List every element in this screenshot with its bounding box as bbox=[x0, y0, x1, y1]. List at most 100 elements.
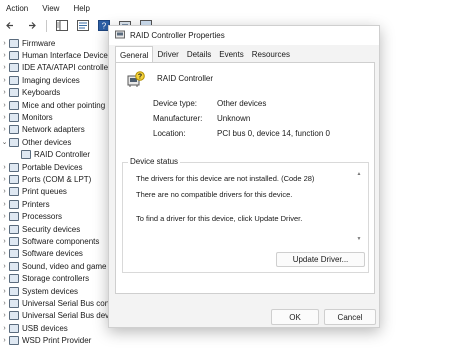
chevron-right-icon[interactable]: › bbox=[0, 275, 9, 282]
manufacturer-label: Manufacturer: bbox=[153, 114, 203, 123]
tree-category-item[interactable]: › Software devices bbox=[0, 248, 83, 260]
chevron-right-icon[interactable]: › bbox=[0, 201, 9, 208]
tree-category-item[interactable]: › IDE ATA/ATAPI controllers bbox=[0, 62, 112, 74]
tree-category-item[interactable]: › Processors bbox=[0, 211, 62, 223]
location-value: PCI bus 0, device 14, function 0 bbox=[217, 129, 330, 138]
menu-action[interactable]: Action bbox=[6, 4, 28, 13]
dialog-title-bar[interactable]: RAID Controller Properties bbox=[109, 26, 379, 45]
chevron-right-icon[interactable]: › bbox=[0, 312, 9, 319]
device-category-icon bbox=[9, 38, 19, 48]
chevron-right-icon[interactable]: › bbox=[0, 188, 9, 195]
tree-item-label: Universal Serial Bus devi bbox=[22, 311, 111, 321]
tree-item-label: WSD Print Provider bbox=[22, 336, 92, 346]
tree-item-label: Sound, video and game bbox=[22, 261, 107, 271]
tab-general[interactable]: General bbox=[115, 46, 154, 63]
tree-category-item[interactable]: › Print queues bbox=[0, 186, 67, 198]
tree-category-item[interactable]: › Monitors bbox=[0, 111, 53, 123]
status-scrollbar[interactable]: ▲ ▼ bbox=[356, 171, 362, 242]
svg-text:?: ? bbox=[101, 22, 106, 31]
tree-category-item[interactable]: ⌄ Other devices bbox=[0, 136, 71, 148]
chevron-down-icon[interactable]: ⌄ bbox=[0, 138, 9, 146]
back-icon[interactable] bbox=[4, 19, 17, 32]
device-category-icon bbox=[9, 199, 19, 209]
chevron-right-icon[interactable]: › bbox=[0, 126, 9, 133]
chevron-right-icon[interactable]: › bbox=[0, 213, 9, 220]
manufacturer-value: Unknown bbox=[217, 114, 251, 123]
device-name: RAID Controller bbox=[157, 74, 214, 83]
tree-item-label: Software devices bbox=[22, 249, 83, 259]
tree-category-item[interactable]: › System devices bbox=[0, 285, 78, 297]
tree-category-item[interactable]: › USB devices bbox=[0, 322, 68, 334]
tree-category-item[interactable]: › Sound, video and game bbox=[0, 260, 107, 272]
tree-category-item[interactable]: › Mice and other pointing bbox=[0, 99, 105, 111]
chevron-right-icon[interactable]: › bbox=[0, 263, 9, 270]
device-category-icon bbox=[21, 150, 31, 160]
status-line-2: There are no compatible drivers for this… bbox=[136, 190, 293, 199]
tree-category-item[interactable]: › Universal Serial Bus devi bbox=[0, 310, 111, 322]
device-status-textbox[interactable]: The drivers for this device are not inst… bbox=[131, 171, 355, 242]
scroll-up-icon[interactable]: ▲ bbox=[356, 171, 362, 177]
tree-category-item[interactable]: › Imaging devices bbox=[0, 74, 80, 86]
unknown-device-icon: ? bbox=[127, 71, 145, 89]
device-category-icon bbox=[9, 274, 19, 284]
tree-category-item[interactable]: › Printers bbox=[0, 198, 50, 210]
tree-item-label: Firmware bbox=[22, 38, 56, 48]
device-tree: › Firmware › Human Interface Devices › IDE AT… bbox=[0, 37, 112, 350]
properties-icon[interactable] bbox=[76, 19, 89, 32]
tree-item-label: Processors bbox=[22, 212, 63, 222]
chevron-right-icon[interactable]: › bbox=[0, 114, 9, 121]
chevron-right-icon[interactable]: › bbox=[0, 77, 9, 84]
scroll-down-icon[interactable]: ▼ bbox=[356, 236, 362, 242]
tree-category-item[interactable]: › Human Interface Devices bbox=[0, 49, 112, 61]
chevron-right-icon[interactable]: › bbox=[0, 164, 9, 171]
tree-item-label: IDE ATA/ATAPI controllers bbox=[22, 63, 112, 73]
chevron-right-icon[interactable]: › bbox=[0, 40, 9, 47]
device-category-icon bbox=[9, 286, 19, 296]
location-label: Location: bbox=[153, 129, 186, 138]
device-category-icon bbox=[9, 336, 19, 346]
tab-resources[interactable]: Resources bbox=[248, 46, 294, 62]
chevron-right-icon[interactable]: › bbox=[0, 337, 9, 344]
tree-category-item[interactable]: › Software components bbox=[0, 235, 99, 247]
svg-text:?: ? bbox=[138, 74, 142, 81]
chevron-right-icon[interactable]: › bbox=[0, 238, 9, 245]
forward-icon[interactable] bbox=[25, 19, 38, 32]
tree-category-item[interactable]: › Security devices bbox=[0, 223, 80, 235]
cancel-button[interactable]: Cancel bbox=[324, 309, 376, 325]
chevron-right-icon[interactable]: › bbox=[0, 102, 9, 109]
tree-item-label: Keyboards bbox=[22, 88, 61, 98]
tree-item-label: Mice and other pointing bbox=[22, 100, 106, 110]
chevron-right-icon[interactable]: › bbox=[0, 325, 9, 332]
chevron-right-icon[interactable]: › bbox=[0, 176, 9, 183]
tab-details[interactable]: Details bbox=[183, 46, 215, 62]
tree-category-item[interactable]: › Universal Serial Bus cont bbox=[0, 297, 111, 309]
tree-category-item[interactable]: › Portable Devices bbox=[0, 161, 82, 173]
ok-button[interactable]: OK bbox=[271, 309, 319, 325]
tree-item-label: USB devices bbox=[22, 323, 68, 333]
device-type-value: Other devices bbox=[217, 99, 267, 108]
chevron-right-icon[interactable]: › bbox=[0, 300, 9, 307]
tree-item-label: Monitors bbox=[22, 112, 53, 122]
update-driver-button[interactable]: Update Driver... bbox=[276, 252, 365, 267]
tree-item-label: Security devices bbox=[22, 224, 81, 234]
tab-driver[interactable]: Driver bbox=[153, 46, 182, 62]
device-category-icon bbox=[9, 63, 19, 73]
tab-events[interactable]: Events bbox=[215, 46, 247, 62]
tree-category-item[interactable]: › Keyboards bbox=[0, 87, 60, 99]
chevron-right-icon[interactable]: › bbox=[0, 226, 9, 233]
menu-help[interactable]: Help bbox=[73, 4, 89, 13]
chevron-right-icon[interactable]: › bbox=[0, 288, 9, 295]
chevron-right-icon[interactable]: › bbox=[0, 52, 9, 59]
toolbar-separator bbox=[46, 19, 47, 32]
tree-child-item[interactable]: RAID Controller bbox=[12, 149, 90, 161]
chevron-right-icon[interactable]: › bbox=[0, 89, 9, 96]
tree-category-item[interactable]: › Ports (COM & LPT) bbox=[0, 173, 91, 185]
chevron-right-icon[interactable]: › bbox=[0, 250, 9, 257]
show-hide-tree-icon[interactable] bbox=[55, 19, 68, 32]
tree-category-item[interactable]: › Storage controllers bbox=[0, 273, 89, 285]
menu-view[interactable]: View bbox=[42, 4, 59, 13]
chevron-right-icon[interactable]: › bbox=[0, 64, 9, 71]
tree-category-item[interactable]: › WSD Print Provider bbox=[0, 335, 91, 347]
tree-category-item[interactable]: › Network adapters bbox=[0, 124, 85, 136]
tree-category-item[interactable]: › Firmware bbox=[0, 37, 55, 49]
